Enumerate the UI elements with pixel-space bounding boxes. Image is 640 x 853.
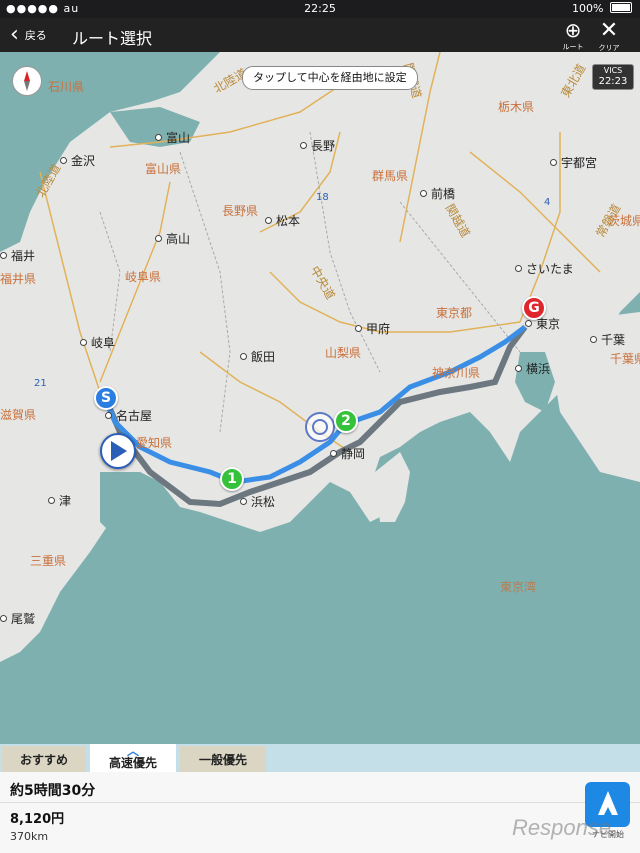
prefecture-label: 富山県 xyxy=(145,162,182,176)
start-marker[interactable]: S xyxy=(94,386,118,410)
pin-plus-icon: ⊕ xyxy=(564,18,582,42)
prefecture-label: 山梨県 xyxy=(325,346,362,360)
city-label: 福井 xyxy=(0,247,35,264)
route-number-label: 4 xyxy=(544,197,551,208)
prefecture-label: 三重県 xyxy=(30,554,67,568)
close-icon: ✕ xyxy=(599,18,619,43)
city-label: 松本 xyxy=(265,212,300,229)
watermark-logo: Response xyxy=(512,815,612,840)
chevron-left-icon: ‹ xyxy=(10,22,19,47)
prefecture-label: 群馬県 xyxy=(372,169,409,183)
prefecture-label: 岐阜県 xyxy=(125,270,162,284)
prefecture-label: 千葉県 xyxy=(610,352,640,366)
map-view[interactable]: 金沢 富山 長野 福井 高山 松本 前橋 宇都宮 さいたま 甲府 飯田 岐阜 名… xyxy=(0,52,640,744)
prefecture-label: 長野県 xyxy=(222,204,259,218)
city-label: 千葉 xyxy=(590,331,625,348)
city-label: 富山 xyxy=(155,129,190,146)
tab-highway-priority[interactable]: ︿ 高速優先 xyxy=(90,744,176,772)
city-label: 金沢 xyxy=(60,152,95,169)
tab-label: 一般優先 xyxy=(198,752,247,767)
status-bar: ●●●●● au 22:25 100% xyxy=(0,0,640,18)
city-label: 高山 xyxy=(155,230,190,247)
tab-general-priority[interactable]: 一般優先 xyxy=(180,746,266,772)
map-center-crosshair-icon xyxy=(305,412,335,442)
tab-recommended[interactable]: おすすめ xyxy=(2,746,86,772)
compass-button[interactable] xyxy=(12,66,42,96)
vics-time: 22:23 xyxy=(598,76,628,87)
city-label: 名古屋 xyxy=(105,407,152,424)
city-label: 前橋 xyxy=(420,185,455,202)
route-type-tabs: おすすめ ︿ 高速優先 一般優先 xyxy=(0,744,640,772)
prefecture-label: 滋賀県 xyxy=(0,408,37,422)
tab-label: おすすめ xyxy=(19,752,68,767)
add-route-label: ルート xyxy=(562,43,584,51)
chevron-up-icon: ︿ xyxy=(126,744,139,758)
prefecture-label: 神奈川県 xyxy=(432,366,481,380)
current-location-icon[interactable] xyxy=(100,433,136,469)
divider xyxy=(0,802,640,803)
add-route-button[interactable]: ⊕ ルート xyxy=(558,20,588,52)
prefecture-label: 福井県 xyxy=(0,272,37,286)
route-number-label: 21 xyxy=(34,378,47,389)
city-label: 尾鷲 xyxy=(0,610,35,627)
city-label: 宇都宮 xyxy=(550,154,597,171)
city-label: 飯田 xyxy=(240,348,275,365)
prefecture-label: 石川県 xyxy=(48,80,85,94)
city-label: 静岡 xyxy=(330,445,365,462)
route-number-label: 18 xyxy=(316,192,329,203)
city-label: 長野 xyxy=(300,137,335,154)
sea-label: 東京湾 xyxy=(500,580,537,594)
back-button[interactable]: ‹ 戻る xyxy=(10,22,47,48)
route-duration: 約5時間30分 xyxy=(10,783,96,799)
clear-button[interactable]: ✕ クリア xyxy=(594,20,624,53)
city-label: 甲府 xyxy=(355,320,390,337)
prefecture-label: 東京都 xyxy=(436,306,473,320)
route-distance: 370km xyxy=(10,830,49,843)
waypoint-marker-1[interactable]: 1 xyxy=(220,467,244,491)
prefecture-label: 栃木県 xyxy=(498,100,535,114)
city-label: さいたま xyxy=(515,260,574,277)
nav-bar: ‹ 戻る ルート選択 ⊕ ルート ✕ クリア xyxy=(0,18,640,52)
prefecture-label: 愛知県 xyxy=(136,436,173,450)
waypoint-marker-2[interactable]: 2 xyxy=(334,409,358,433)
route-toll-cost: 8,120円 xyxy=(10,812,65,827)
back-label: 戻る xyxy=(24,29,47,42)
goal-marker[interactable]: G xyxy=(522,296,546,320)
battery-icon xyxy=(610,2,632,13)
battery-percent: 100% xyxy=(572,2,604,15)
waypoint-hint-bubble[interactable]: タップして中心を経由地に設定 xyxy=(242,66,418,90)
city-label: 横浜 xyxy=(515,360,550,377)
page-title: ルート選択 xyxy=(72,29,153,48)
vics-label: VICS xyxy=(603,66,623,75)
city-label: 津 xyxy=(48,492,71,509)
status-time: 22:25 xyxy=(304,2,336,15)
city-label: 浜松 xyxy=(240,493,275,510)
vics-indicator: VICS 22:23 xyxy=(592,64,634,90)
city-label: 岐阜 xyxy=(80,334,115,351)
battery-indicator: 100% xyxy=(572,2,632,15)
